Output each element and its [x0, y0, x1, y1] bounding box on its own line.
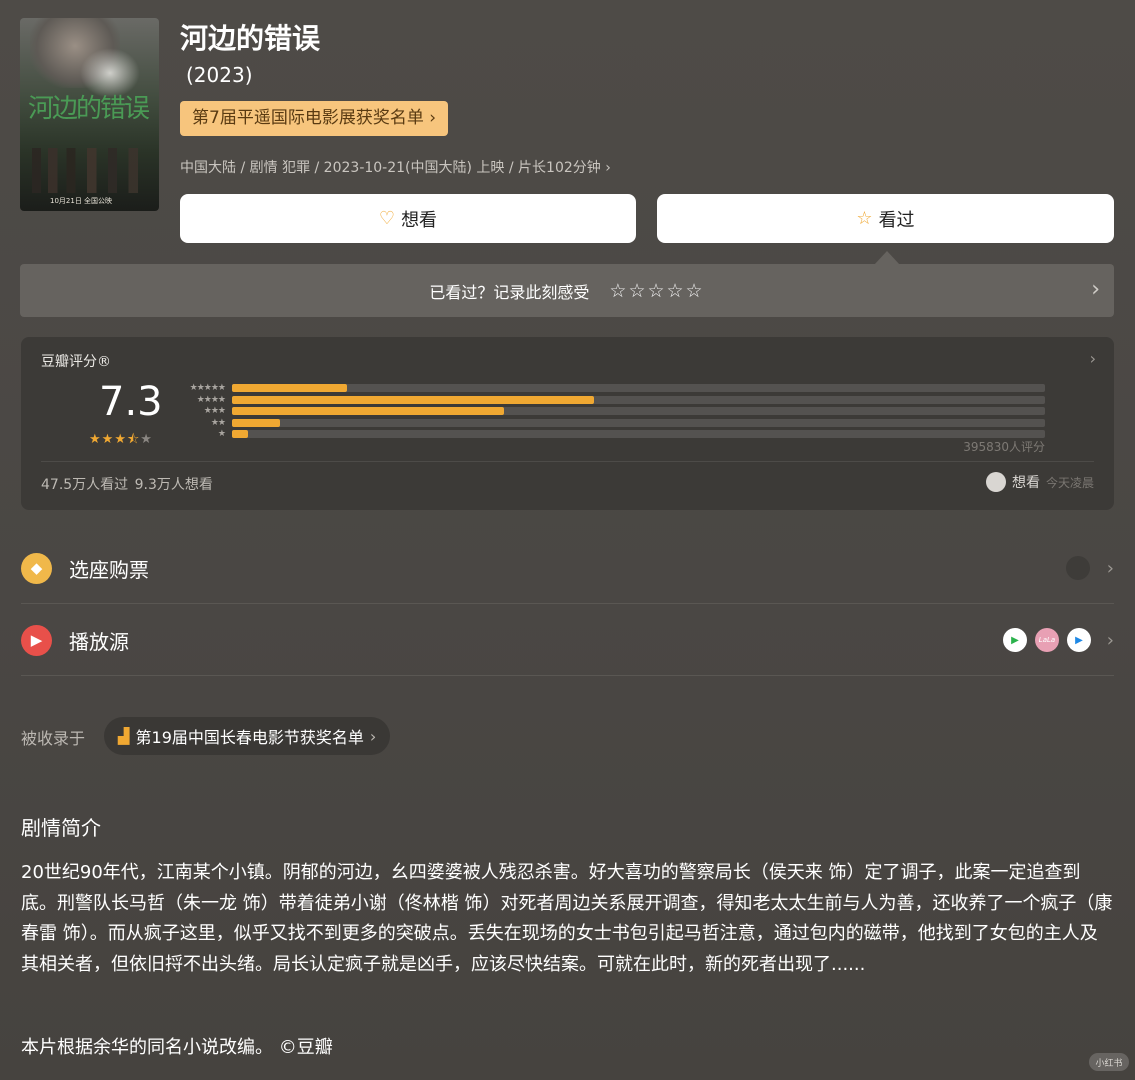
friend-action: 想看 — [1011, 475, 1040, 491]
chevron-right-icon: › — [1091, 277, 1100, 302]
movie-poster[interactable]: 河边的错误 10月21日 全国公映 — [20, 18, 159, 211]
score-star: ⯪ — [126, 432, 141, 447]
distribution-track — [232, 419, 1045, 427]
movie-meta[interactable]: 中国大陆 / 剧情 犯罪 / 2023-10-21(中国大陆) 上映 / 片长1… — [180, 158, 611, 178]
distribution-stars: ★★★★★ — [189, 383, 226, 393]
distribution-row: ★★★★ — [177, 395, 1045, 405]
ticket-icon: ◆ — [21, 552, 52, 584]
popover-caret — [874, 251, 900, 265]
divider — [41, 461, 1094, 462]
chevron-right-icon: › — [1089, 349, 1096, 368]
rating-stars-input[interactable]: ☆☆☆☆☆ — [609, 280, 704, 302]
distribution-track — [232, 384, 1045, 392]
heart-plus-icon: ♡ — [378, 208, 396, 229]
friend-activity[interactable]: 想看 今天凌晨 — [985, 472, 1094, 492]
divider — [21, 675, 1114, 676]
distribution-fill — [232, 419, 280, 427]
synopsis-title: 剧情简介 — [21, 816, 101, 840]
award-list-pill[interactable]: 第7届平遥国际电影展获奖名单 › — [180, 101, 449, 136]
distribution-track — [232, 407, 1045, 415]
podium-icon: ▟ — [118, 727, 130, 745]
distribution-fill — [232, 407, 504, 415]
included-list-pill[interactable]: ▟ 第19届中国长春电影节获奖名单 › — [104, 717, 391, 755]
want-to-watch-button[interactable]: ♡ 想看 — [180, 194, 636, 243]
cinema-dot — [1066, 556, 1090, 580]
record-prompt: 已看过？记录此刻感受 — [429, 282, 590, 302]
buy-ticket-label: 选座购票 — [69, 557, 149, 582]
poster-people — [32, 148, 147, 193]
friend-time: 今天凌晨 — [1045, 475, 1094, 490]
watch-stats: 47.5万人看过 9.3万人想看 — [41, 477, 213, 493]
poster-date: 10月21日 全国公映 — [50, 197, 113, 205]
synopsis-text: 20世纪90年代，江南某个小镇。阴郁的河边，幺四婆婆被人残忍杀害。好大喜功的警察… — [21, 862, 1113, 975]
chevron-right-icon: › — [1106, 629, 1114, 651]
chevron-right-icon: › — [369, 726, 377, 746]
included-in-label: 被收录于 — [21, 729, 86, 748]
rating-count: 395830人评分 — [963, 440, 1045, 454]
distribution-fill — [232, 430, 248, 438]
star-outline-icon: ☆ — [856, 208, 873, 229]
watermark: 小红书 — [1089, 1053, 1129, 1071]
score-star: ★ — [114, 432, 127, 447]
distribution-row: ★★★ — [177, 406, 1045, 416]
iqiyi-icon[interactable]: ▶ — [1003, 628, 1027, 652]
distribution-row: ★★★★★ — [177, 383, 1045, 393]
play-icon: ▶ — [21, 624, 52, 656]
want-label: 想看 — [401, 209, 438, 231]
rating-score: 7.3 — [99, 379, 163, 425]
distribution-track — [232, 430, 1045, 438]
score-star: ★ — [101, 432, 115, 447]
movie-title: 河边的错误 — [180, 22, 321, 55]
score-star: ★ — [140, 432, 153, 447]
synopsis-credit: 本片根据余华的同名小说改编。 ©豆瓣 — [21, 1037, 333, 1058]
movie-year: (2023) — [186, 63, 253, 87]
distribution-row: ★★ — [177, 418, 1045, 428]
distribution-stars: ★★ — [210, 418, 226, 428]
distribution-stars: ★★★ — [203, 406, 226, 416]
poster-title: 河边的错误 — [28, 94, 150, 124]
record-feeling-bar[interactable]: 已看过？记录此刻感受 ☆☆☆☆☆ › — [20, 264, 1114, 317]
play-source-label: 播放源 — [69, 629, 129, 654]
rating-label: 豆瓣评分® — [41, 354, 111, 370]
douban-rating-card[interactable]: 豆瓣评分® › 7.3 ★★★⯪★ ★★★★★ ★★★★ ★★★ ★★ ★ 395830… — [21, 337, 1114, 510]
watched-button[interactable]: ☆ 看过 — [657, 194, 1114, 243]
play-source-row[interactable]: ▶ 播放源 ▶ LaLa ▶ › — [21, 604, 1114, 676]
included-list-name: 第19届中国长春电影节获奖名单 — [135, 728, 364, 747]
chevron-right-icon: › — [1106, 557, 1114, 579]
distribution-track — [232, 396, 1045, 404]
distribution-row: ★ — [177, 429, 1045, 439]
buy-ticket-row[interactable]: ◆ 选座购票 › — [21, 532, 1114, 604]
tencent-video-icon[interactable]: ▶ — [1067, 628, 1091, 652]
distribution-stars: ★ — [217, 429, 226, 439]
poster-smoke — [80, 48, 140, 98]
distribution-fill — [232, 384, 347, 392]
score-star: ★ — [89, 432, 102, 447]
distribution-stars: ★★★★ — [196, 395, 226, 405]
lala-icon[interactable]: LaLa — [1035, 628, 1059, 652]
avatar — [985, 472, 1006, 492]
rating-stars-display: ★★★⯪★ — [89, 430, 153, 452]
distribution-fill — [232, 396, 594, 404]
seen-label: 看过 — [878, 209, 915, 231]
